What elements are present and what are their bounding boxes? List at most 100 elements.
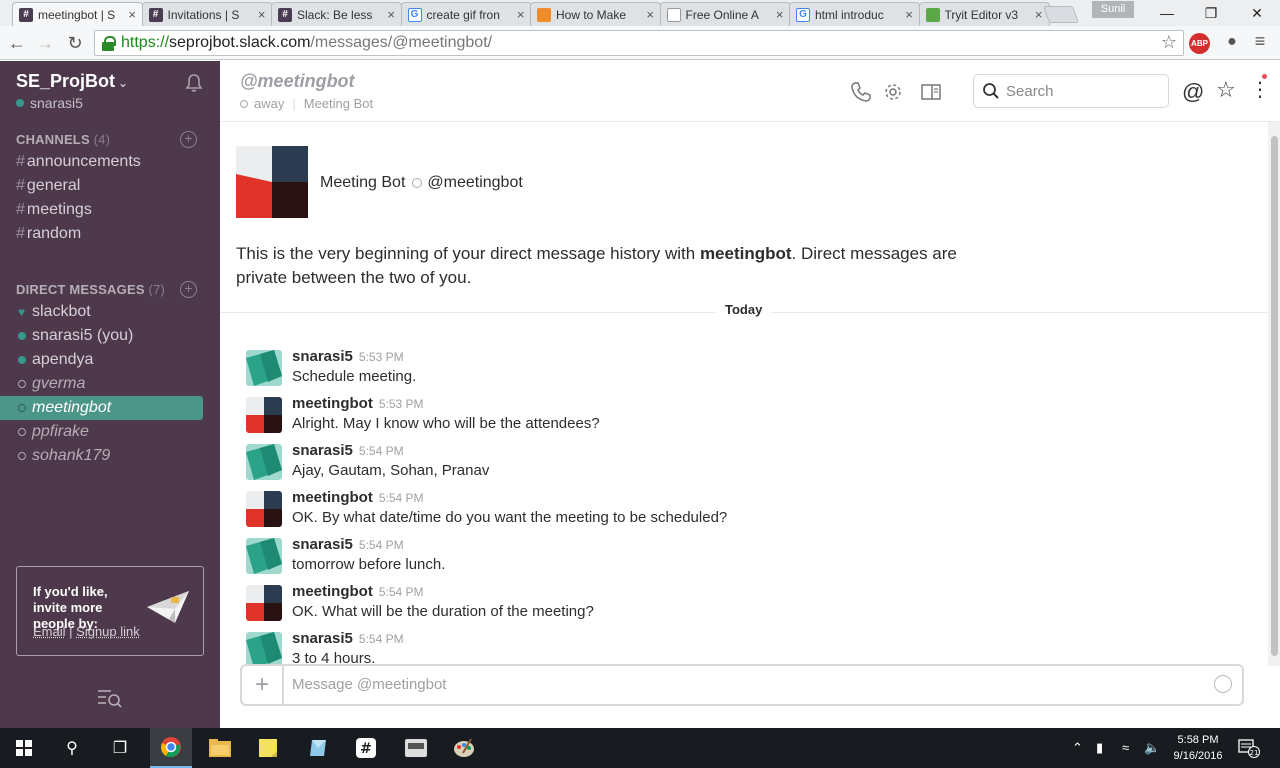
message-author[interactable]: snarasi5 <box>292 348 353 365</box>
invite-signup-link[interactable]: Signup link <box>76 624 140 639</box>
task-view-icon[interactable]: ❐ <box>104 728 136 768</box>
action-center-icon[interactable]: 21 <box>1238 738 1262 758</box>
reload-icon[interactable]: ↻ <box>62 30 88 56</box>
app-icon[interactable] <box>298 728 338 768</box>
invite-email-link[interactable]: Email <box>33 624 66 639</box>
search-icon[interactable]: ⚲ <box>56 728 88 768</box>
phone-icon[interactable] <box>850 81 872 103</box>
sidebar-toggle-icon[interactable] <box>920 81 942 103</box>
chrome-app-icon[interactable] <box>150 728 192 768</box>
restore-button[interactable]: ❐ <box>1188 0 1234 26</box>
bot-avatar[interactable] <box>246 491 282 527</box>
message-timestamp[interactable]: 5:54 PM <box>359 632 404 646</box>
more-options-icon[interactable]: ⋮ <box>1250 77 1270 102</box>
channels-header[interactable]: CHANNELS (4) <box>16 132 110 147</box>
sidebar-item-channel[interactable]: # random <box>16 225 81 243</box>
close-window-button[interactable]: ✕ <box>1234 0 1280 26</box>
message-scrollbar[interactable] <box>1268 122 1280 666</box>
sidebar-item-dm[interactable]: apendya <box>0 348 203 372</box>
back-arrow-icon[interactable]: ← <box>4 30 30 56</box>
close-tab-icon[interactable]: × <box>646 7 654 22</box>
browser-menu-icon[interactable]: ≡ <box>1250 31 1270 53</box>
intro-display-name[interactable]: Meeting Bot <box>320 174 405 192</box>
system-clock[interactable]: 5:58 PM 9/16/2016 <box>1168 732 1228 764</box>
close-tab-icon[interactable]: × <box>128 7 136 22</box>
forward-arrow-icon[interactable]: → <box>32 30 58 56</box>
new-tab-button[interactable] <box>1042 6 1080 23</box>
mentions-icon[interactable]: @ <box>1182 79 1204 105</box>
bot-avatar[interactable] <box>246 397 282 433</box>
attach-plus-button[interactable]: + <box>242 666 284 704</box>
message-author[interactable]: meetingbot <box>292 583 373 600</box>
user-avatar[interactable] <box>246 350 282 386</box>
message-author[interactable]: snarasi5 <box>292 536 353 553</box>
message-timestamp[interactable]: 5:54 PM <box>359 444 404 458</box>
sidebar-item-dm[interactable]: sohank179 <box>0 444 203 468</box>
sidebar-item-channel[interactable]: # general <box>16 177 80 195</box>
sidebar-item-channel[interactable]: # announcements <box>16 153 141 171</box>
bell-icon[interactable] <box>184 73 204 93</box>
close-tab-icon[interactable]: × <box>1035 7 1043 22</box>
windows-start-icon[interactable] <box>8 728 40 768</box>
channel-title[interactable]: @meetingbot <box>240 71 355 92</box>
sidebar-item-dm[interactable]: snarasi5 (you) <box>0 324 203 348</box>
wifi-icon[interactable]: ≈ <box>1122 740 1129 755</box>
sidebar-item-channel[interactable]: # meetings <box>16 201 92 219</box>
quick-switcher-icon[interactable] <box>97 687 123 709</box>
star-icon[interactable]: ☆ <box>1216 77 1236 103</box>
close-tab-icon[interactable]: × <box>387 7 395 22</box>
search-input[interactable]: Search <box>973 74 1169 108</box>
direct-messages-header[interactable]: DIRECT MESSAGES (7) <box>16 282 165 297</box>
browser-tab[interactable]: Tryit Editor v3 × <box>918 2 1050 26</box>
profile-badge[interactable]: Sunil <box>1092 1 1134 18</box>
paint-app-icon[interactable] <box>444 728 484 768</box>
browser-tab[interactable]: # meetingbot | S × <box>12 2 143 26</box>
add-dm-icon[interactable]: + <box>180 281 197 298</box>
browser-tab[interactable]: How to Make × <box>530 2 661 26</box>
message-input[interactable]: Message @meetingbot <box>292 676 446 693</box>
slack-app-icon[interactable]: # <box>346 728 386 768</box>
message-timestamp[interactable]: 5:53 PM <box>359 350 404 364</box>
browser-tab[interactable]: Ghtml introduc × <box>789 2 920 26</box>
emoji-icon[interactable] <box>1214 675 1232 693</box>
gear-icon[interactable] <box>882 81 904 103</box>
bookmark-star-icon[interactable]: ☆ <box>1161 32 1177 53</box>
extension-icon[interactable]: ● <box>1222 33 1242 53</box>
current-user[interactable]: snarasi5 <box>16 95 83 111</box>
message-author[interactable]: snarasi5 <box>292 442 353 459</box>
adblock-icon[interactable]: ABP <box>1189 33 1210 54</box>
battery-icon[interactable]: ▮ <box>1096 740 1103 756</box>
message-timestamp[interactable]: 5:53 PM <box>379 397 424 411</box>
browser-tab[interactable]: Gcreate gif fron × <box>400 2 532 26</box>
message-author[interactable]: snarasi5 <box>292 630 353 647</box>
close-tab-icon[interactable]: × <box>905 7 913 22</box>
sidebar-item-dm[interactable]: gverma <box>0 372 203 396</box>
message-author[interactable]: meetingbot <box>292 395 373 412</box>
browser-tab[interactable]: # Invitations | S × <box>141 2 273 26</box>
user-avatar[interactable] <box>246 538 282 574</box>
message-timestamp[interactable]: 5:54 PM <box>359 538 404 552</box>
scrollbar-thumb[interactable] <box>1271 136 1278 656</box>
close-tab-icon[interactable]: × <box>258 7 266 22</box>
close-tab-icon[interactable]: × <box>517 7 525 22</box>
tray-chevron-icon[interactable]: ⌃ <box>1072 740 1083 756</box>
sticky-notes-icon[interactable] <box>248 728 288 768</box>
browser-tab[interactable]: Free Online A × <box>659 2 791 26</box>
sidebar-item-dm[interactable]: ♥ slackbot <box>0 300 203 324</box>
team-menu[interactable]: SE_ProjBot ⌄ <box>16 71 128 92</box>
user-avatar[interactable] <box>246 632 282 666</box>
volume-icon[interactable]: 🔈 <box>1144 740 1160 756</box>
file-explorer-icon[interactable] <box>200 728 240 768</box>
add-channel-icon[interactable]: + <box>180 131 197 148</box>
sidebar-item-dm[interactable]: ppfirake <box>0 420 203 444</box>
message-author[interactable]: meetingbot <box>292 489 373 506</box>
browser-tab[interactable]: # Slack: Be less × <box>271 2 402 26</box>
intro-handle[interactable]: @meetingbot <box>427 174 522 192</box>
user-avatar[interactable] <box>246 444 282 480</box>
address-bar[interactable]: https://seprojbot.slack.com/messages/@me… <box>94 30 1184 56</box>
bot-avatar[interactable] <box>246 585 282 621</box>
sidebar-item-dm[interactable]: meetingbot <box>0 396 203 420</box>
message-timestamp[interactable]: 5:54 PM <box>379 585 424 599</box>
message-timestamp[interactable]: 5:54 PM <box>379 491 424 505</box>
wps-app-icon[interactable] <box>396 728 436 768</box>
